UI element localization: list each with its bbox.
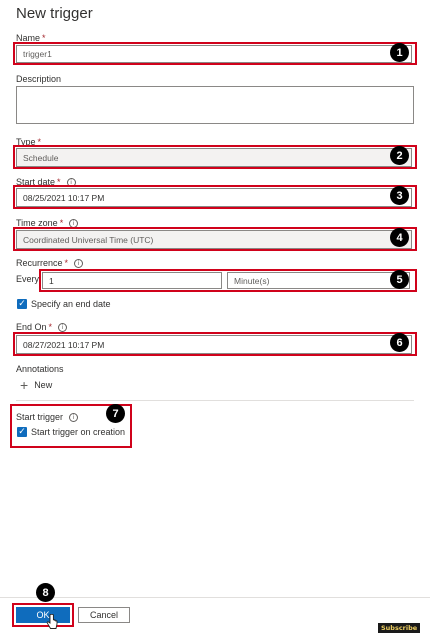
info-icon[interactable]: i xyxy=(69,219,79,228)
annotations-new-button[interactable]: + New xyxy=(20,377,53,393)
callout-badge-5: 5 xyxy=(390,270,409,289)
callout-badge-8: 8 xyxy=(36,583,55,602)
required-marker: * xyxy=(64,258,69,268)
required-marker: * xyxy=(37,137,42,147)
required-marker: * xyxy=(48,322,53,332)
subscribe-watermark: Subscribe xyxy=(378,623,421,633)
required-marker: * xyxy=(42,33,46,43)
time-zone-label: Time zone * i xyxy=(16,218,79,228)
start-date-input[interactable]: 08/25/2021 10:17 PM xyxy=(16,188,412,207)
info-icon[interactable]: i xyxy=(74,259,84,268)
info-icon[interactable]: i xyxy=(66,178,76,187)
annotations-new-label: New xyxy=(34,380,53,390)
info-icon[interactable]: i xyxy=(69,413,79,422)
end-on-input[interactable]: 08/27/2021 10:17 PM xyxy=(16,335,412,354)
time-zone-value: Coordinated Universal Time (UTC) xyxy=(23,234,154,245)
annotations-label: Annotations xyxy=(16,364,64,374)
start-trigger-label-text: Start trigger xyxy=(16,412,64,422)
callout-badge-3: 3 xyxy=(390,186,409,205)
recurrence-label: Recurrence * i xyxy=(16,258,84,268)
callout-badge-1: 1 xyxy=(390,43,409,62)
end-date-checkbox-label: Specify an end date xyxy=(31,299,111,309)
start-date-label: Start date * i xyxy=(16,177,76,187)
ok-button[interactable]: OK xyxy=(16,607,70,623)
end-date-checkbox[interactable]: ✓ xyxy=(17,299,27,309)
name-label: Name * xyxy=(16,33,46,43)
recurrence-interval-input[interactable]: 1 xyxy=(42,272,222,289)
description-textarea[interactable] xyxy=(16,86,414,124)
callout-badge-6: 6 xyxy=(390,333,409,352)
start-trigger-label: Start trigger i xyxy=(16,412,79,422)
callout-badge-7: 7 xyxy=(106,404,125,423)
type-label: Type * xyxy=(16,137,41,147)
end-on-label: End On * i xyxy=(16,322,68,332)
end-on-label-text: End On xyxy=(16,322,47,332)
recurrence-label-text: Recurrence xyxy=(16,258,63,268)
start-trigger-checkbox[interactable]: ✓ xyxy=(17,427,27,437)
start-trigger-checkbox-label: Start trigger on creation xyxy=(31,427,126,437)
callout-badge-4: 4 xyxy=(390,228,409,247)
time-zone-label-text: Time zone xyxy=(16,218,58,228)
hand-cursor-icon xyxy=(46,614,58,629)
start-date-label-text: Start date xyxy=(16,177,56,187)
recurrence-unit-select[interactable]: Minute(s) xyxy=(227,272,410,289)
start-date-value: 08/25/2021 10:17 PM xyxy=(23,192,105,203)
recurrence-unit-value: Minute(s) xyxy=(234,275,270,286)
info-icon[interactable]: i xyxy=(58,323,68,332)
footer-divider xyxy=(0,597,430,598)
required-marker: * xyxy=(59,218,64,228)
description-label: Description xyxy=(16,74,62,84)
name-label-text: Name xyxy=(16,33,41,43)
time-zone-select[interactable]: Coordinated Universal Time (UTC) xyxy=(16,230,412,249)
recurrence-interval-value: 1 xyxy=(49,275,54,286)
type-select[interactable]: Schedule xyxy=(16,148,412,167)
name-input-value: trigger1 xyxy=(23,49,52,59)
plus-icon: + xyxy=(20,377,29,393)
required-marker: * xyxy=(57,177,61,187)
type-select-value: Schedule xyxy=(23,152,59,163)
panel-title: New trigger xyxy=(16,5,93,22)
type-label-text: Type xyxy=(16,137,36,147)
callout-badge-2: 2 xyxy=(390,146,409,165)
cancel-button[interactable]: Cancel xyxy=(78,607,130,623)
recurrence-every-label: Every xyxy=(16,274,40,284)
end-on-value: 08/27/2021 10:17 PM xyxy=(23,339,105,350)
section-divider xyxy=(16,400,414,401)
name-input[interactable]: trigger1 xyxy=(16,45,412,63)
